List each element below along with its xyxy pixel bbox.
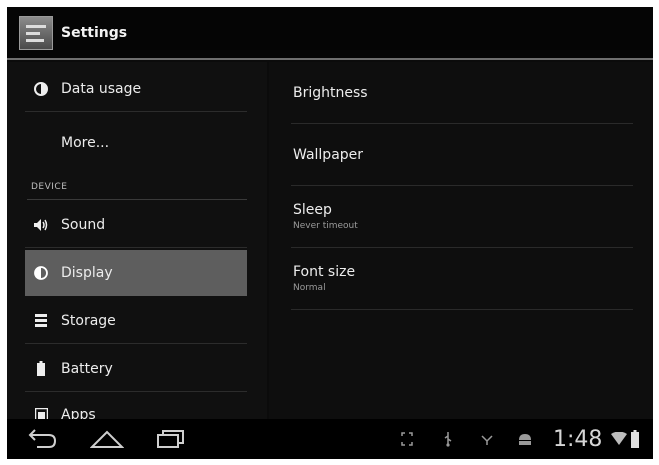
clock: 1:48 bbox=[553, 427, 603, 452]
setting-font-size[interactable]: Font size Normal bbox=[291, 248, 633, 310]
wifi-icon bbox=[611, 425, 627, 453]
list-item-display[interactable]: Display bbox=[25, 250, 247, 296]
setting-sleep[interactable]: Sleep Never timeout bbox=[291, 186, 633, 248]
list-item-more[interactable]: More... bbox=[25, 120, 247, 166]
list-item-label: Storage bbox=[61, 312, 116, 329]
debug-icon bbox=[481, 425, 499, 453]
home-icon[interactable] bbox=[87, 425, 127, 453]
list-item-data-usage[interactable]: Data usage bbox=[25, 66, 247, 112]
screenshot-icon bbox=[401, 425, 419, 453]
recent-apps-icon[interactable] bbox=[153, 425, 189, 453]
setting-brightness[interactable]: Brightness bbox=[291, 62, 633, 124]
list-item-label: Battery bbox=[61, 360, 113, 377]
usb-icon bbox=[443, 425, 461, 453]
section-header-device: DEVICE bbox=[27, 174, 247, 200]
page-title: Settings bbox=[61, 24, 128, 41]
back-icon[interactable] bbox=[25, 425, 59, 453]
tablet-screen: Settings Data usage More... DEVICE Sound… bbox=[7, 7, 653, 459]
setting-title: Brightness bbox=[293, 84, 368, 101]
settings-category-list: Data usage More... DEVICE Sound Display … bbox=[7, 62, 267, 423]
storage-icon bbox=[31, 313, 51, 329]
list-item-label: Display bbox=[61, 265, 113, 281]
list-item-sound[interactable]: Sound bbox=[25, 202, 247, 248]
setting-title: Wallpaper bbox=[293, 146, 364, 163]
system-navigation-bar: 1:48 bbox=[7, 419, 653, 459]
list-item-label: Sound bbox=[61, 216, 106, 233]
list-item-label: Data usage bbox=[61, 80, 142, 97]
settings-icon[interactable] bbox=[19, 15, 53, 50]
battery-status-icon bbox=[631, 425, 643, 453]
setting-summary: Normal bbox=[293, 283, 326, 293]
data-usage-icon bbox=[31, 81, 51, 97]
display-settings-panel: Brightness Wallpaper Sleep Never timeout… bbox=[269, 62, 653, 419]
list-item-storage[interactable]: Storage bbox=[25, 298, 247, 344]
setting-summary: Never timeout bbox=[293, 221, 358, 231]
list-item-label: More... bbox=[61, 135, 110, 151]
setting-title: Font size bbox=[293, 264, 356, 280]
setting-title: Sleep bbox=[293, 202, 332, 218]
android-icon bbox=[517, 425, 537, 453]
list-item-battery[interactable]: Battery bbox=[25, 346, 247, 392]
sound-icon bbox=[31, 217, 51, 233]
setting-wallpaper[interactable]: Wallpaper bbox=[291, 124, 633, 186]
display-icon bbox=[31, 265, 51, 281]
battery-icon bbox=[31, 361, 51, 377]
action-bar: Settings bbox=[7, 7, 653, 60]
